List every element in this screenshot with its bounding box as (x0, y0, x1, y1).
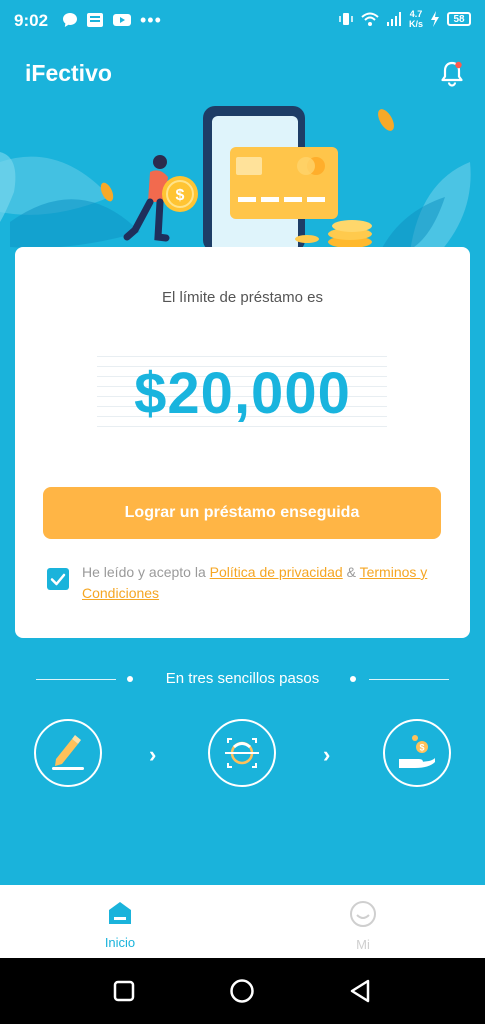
steps-divider-right (369, 679, 449, 680)
get-loan-button[interactable]: Lograr un préstamo enseguida (43, 487, 441, 539)
nav-profile-label: Mi (356, 937, 370, 952)
chat-bubble-icon (63, 13, 77, 27)
system-nav-bar (0, 958, 485, 1024)
loan-limit-amount: $20,000 (134, 361, 351, 426)
signal-icon (386, 12, 401, 26)
face-scan-icon (225, 738, 259, 768)
status-bar: 9:02 ••• 4.7 K/s 58 (0, 0, 485, 42)
news-icon (87, 13, 103, 27)
step-apply (34, 719, 102, 787)
svg-text:$: $ (419, 743, 424, 753)
nav-home[interactable]: Inicio (80, 900, 160, 950)
pen-icon (52, 735, 84, 770)
app-title: iFectivo (25, 60, 112, 86)
home-circle-icon[interactable] (229, 978, 255, 1004)
vibrate-icon (339, 13, 353, 25)
network-speed: 4.7 K/s (408, 9, 423, 29)
bottom-nav: Inicio Mi (0, 885, 485, 958)
chevron-right-icon: › (149, 742, 157, 767)
consent-ampersand: & (346, 564, 356, 580)
consent-text: He leído y acepto la Política de privaci… (82, 562, 452, 604)
step-verify (208, 719, 276, 787)
hero-illustration: $ (0, 106, 471, 252)
smiley-icon (350, 901, 376, 927)
more-notifications-icon: ••• (140, 10, 162, 30)
app-bar: iFectivo (0, 42, 485, 102)
home-icon (109, 902, 131, 924)
consent-prefix: He leído y acepto la (82, 564, 206, 580)
chevron-right-icon: › (323, 742, 331, 767)
check-icon (50, 573, 66, 586)
svg-text:$: $ (176, 187, 185, 204)
steps-header: En tres sencillos pasos (36, 670, 449, 690)
charging-icon (431, 11, 439, 27)
loan-limit-card: El límite de préstamo es $20,000 Lograr … (15, 247, 470, 638)
privacy-policy-link[interactable]: Política de privacidad (210, 564, 343, 580)
nav-home-label: Inicio (104, 935, 136, 950)
hand-coin-icon: $ (399, 735, 435, 768)
back-triangle-icon[interactable] (348, 978, 372, 1004)
loan-limit-label: El límite de préstamo es (162, 289, 323, 306)
wifi-icon (361, 12, 379, 26)
status-time: 9:02 (14, 11, 49, 30)
recents-square-icon[interactable] (113, 980, 135, 1002)
step-receive: $ (383, 719, 451, 787)
notification-bell-icon[interactable] (436, 58, 468, 90)
steps-dot-right (350, 676, 356, 682)
youtube-icon (113, 14, 131, 26)
consent-checkbox[interactable] (47, 568, 69, 590)
battery-indicator: 58 (447, 12, 471, 26)
nav-profile[interactable]: Mi (323, 900, 403, 952)
